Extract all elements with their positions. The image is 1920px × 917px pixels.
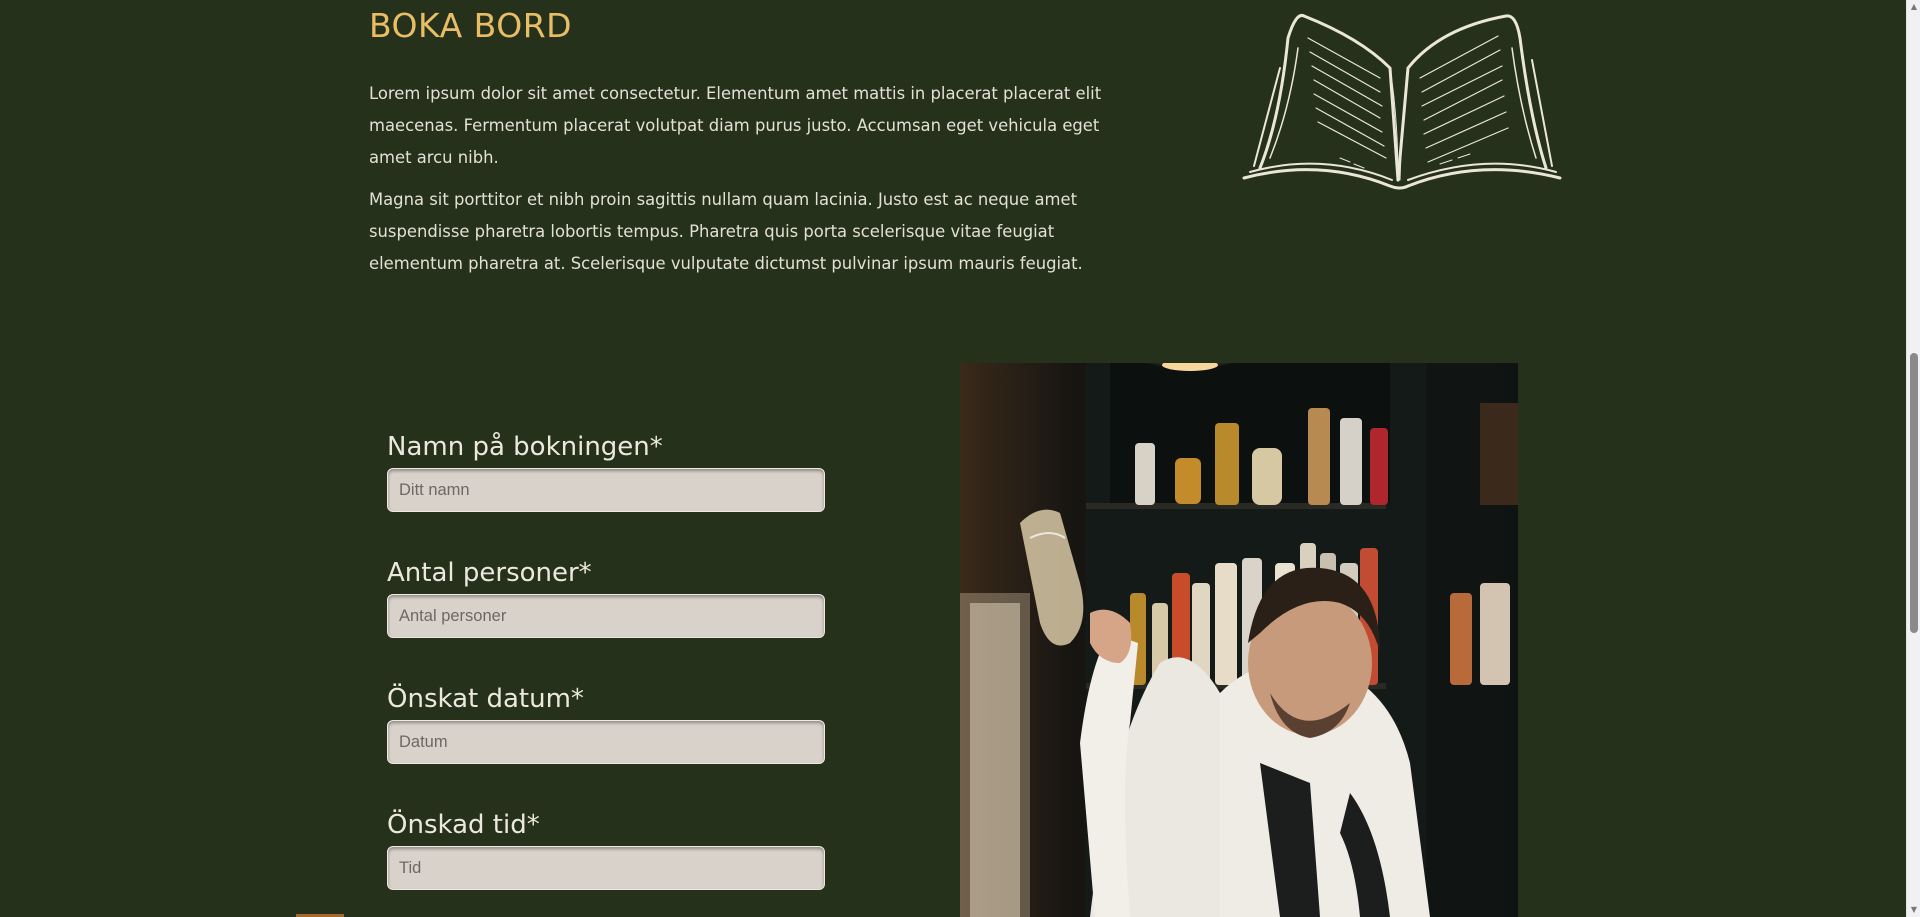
name-input[interactable] xyxy=(387,468,825,512)
page-scrollbar[interactable]: ▲ ▼ xyxy=(1906,0,1920,917)
date-input[interactable] xyxy=(387,720,825,764)
page: BOKA BORD Lorem ipsum dolor sit amet con… xyxy=(0,0,1906,917)
intro-paragraph-2: Magna sit porttitor et nibh proin sagitt… xyxy=(369,190,1083,273)
time-label: Önskad tid* xyxy=(387,810,540,840)
open-book-illustration-icon xyxy=(1242,13,1562,190)
time-input[interactable] xyxy=(387,846,825,890)
persons-input[interactable] xyxy=(387,594,825,638)
scrollbar-thumb[interactable] xyxy=(1910,353,1918,633)
bartender-photo-illustration xyxy=(960,363,1518,917)
persons-label: Antal personer* xyxy=(387,558,592,588)
chevron-down-icon[interactable]: ▼ xyxy=(1907,903,1920,917)
bartender-photo xyxy=(960,363,1518,917)
chevron-up-icon[interactable]: ▲ xyxy=(1907,0,1920,14)
page-title: BOKA BORD xyxy=(369,6,573,45)
name-label: Namn på bokningen* xyxy=(387,432,663,462)
date-label: Önskat datum* xyxy=(387,684,584,714)
intro-paragraph-1: Lorem ipsum dolor sit amet consectetur. … xyxy=(369,84,1102,167)
